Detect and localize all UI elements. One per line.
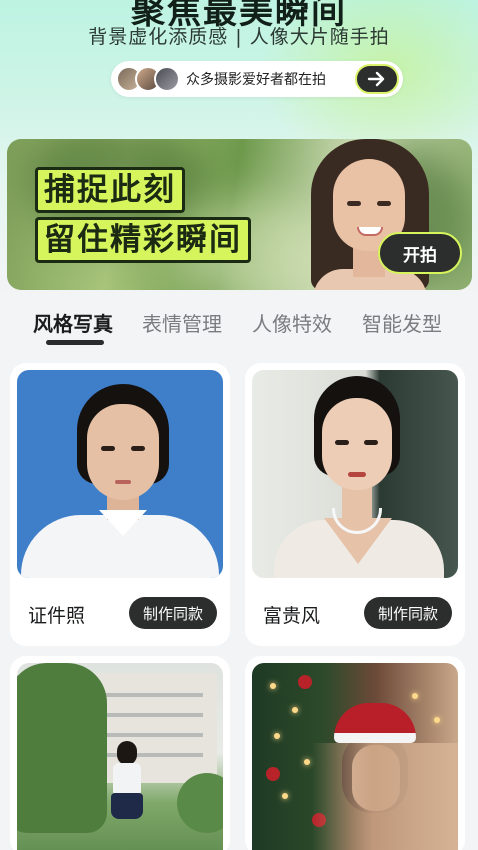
template-card[interactable] — [245, 656, 465, 850]
banner-headline-2: 留住精彩瞬间 — [35, 217, 251, 263]
tab-style-portrait[interactable]: 风格写真 — [33, 308, 113, 337]
template-title: 证件照 — [28, 605, 86, 627]
active-tab-indicator — [46, 340, 104, 345]
template-title: 富贵风 — [263, 605, 321, 627]
template-preview-image — [17, 663, 223, 850]
template-card[interactable]: 证件照 制作同款 — [10, 363, 230, 646]
social-proof-text: 众多摄影爱好者都在拍 — [186, 72, 326, 88]
arrow-right-button[interactable] — [355, 64, 399, 94]
template-preview-image — [17, 370, 223, 578]
tab-smart-hairstyle[interactable]: 智能发型 — [362, 308, 442, 337]
banner-headline-1: 捕捉此刻 — [35, 167, 185, 213]
template-card[interactable] — [10, 656, 230, 850]
avatar-group — [116, 66, 180, 92]
template-preview-image — [252, 663, 458, 850]
template-card[interactable]: 富贵风 制作同款 — [245, 363, 465, 646]
make-same-button[interactable]: 制作同款 — [364, 597, 452, 629]
template-preview-image — [252, 370, 458, 578]
tab-expression[interactable]: 表情管理 — [142, 308, 222, 337]
arrow-right-icon — [367, 71, 385, 87]
hero-subtitle: 背景虚化添质感 | 人像大片随手拍 — [88, 26, 390, 48]
start-shooting-button[interactable]: 开拍 — [378, 232, 462, 274]
tab-portrait-effects[interactable]: 人像特效 — [252, 308, 332, 337]
make-same-button[interactable]: 制作同款 — [129, 597, 217, 629]
avatar — [154, 66, 180, 92]
social-proof-pill[interactable]: 众多摄影爱好者都在拍 — [111, 61, 403, 97]
